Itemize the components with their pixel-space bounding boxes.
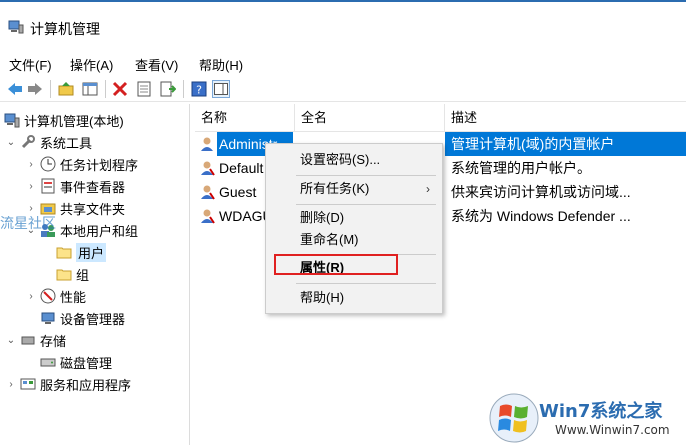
export-list-icon[interactable] [159,80,177,98]
menu-action[interactable]: 操作(A) [70,55,113,74]
tree-item-label: 服务和应用程序 [40,377,132,393]
menu-item-help[interactable]: 帮助(H) [266,287,442,309]
menu-separator [296,283,436,284]
tree-item-task-scheduler[interactable]: › 任务计划程序 [26,154,138,174]
navigation-tree: 计算机管理(本地) ⌄ 系统工具 › 任务计划程序 › 事件查看器 › 共享文件… [0,104,190,445]
watermark-brand-text: Win7系统之家 [539,401,663,422]
annotation-highlight-box [274,254,398,275]
tree-item-groups[interactable]: 组 [56,264,89,284]
cell-description: 管理计算机(域)的内置帐户 [445,132,686,156]
menu-help[interactable]: 帮助(H) [199,55,243,74]
menu-item-label: 帮助(H) [300,290,345,305]
user-icon [201,209,215,224]
watermark-url-text: Www.Winwin7.com [555,423,670,437]
computer-management-icon [8,20,24,34]
tree-item-label: 设备管理器 [60,311,126,327]
chevron-right-icon[interactable]: › [6,379,16,390]
menu-item-rename[interactable]: 重命名(M) [266,229,442,251]
show-hide-tree-icon[interactable] [81,80,99,98]
tree-item-label: 系统工具 [40,135,93,151]
services-icon [20,376,36,392]
forward-arrow-icon[interactable] [26,80,44,98]
computer-management-icon [4,112,20,128]
tree-item-label: 磁盘管理 [60,355,113,371]
menu-separator [296,175,436,176]
tree-item-label: 任务计划程序 [60,157,139,173]
menu-item-set-password[interactable]: 设置密码(S)... [266,149,442,171]
device-manager-icon [40,310,56,326]
tree-item-label: 本地用户和组 [60,223,139,239]
up-folder-icon[interactable] [57,80,75,98]
tree-item-label: 计算机管理(本地) [24,113,124,129]
tree-item-disk-management[interactable]: 磁盘管理 [40,352,112,372]
tree-item-root[interactable]: 计算机管理(本地) [4,110,124,130]
tree-item-users[interactable]: 用户 [56,242,107,262]
cell-description: 系统为 Windows Defender ... [451,208,631,224]
back-arrow-icon[interactable] [6,80,24,98]
delete-icon[interactable] [111,80,129,98]
tree-item-label: 存储 [40,333,67,349]
tree-item-label: 组 [76,267,90,283]
tree-item-system-tools[interactable]: ⌄ 系统工具 [6,132,92,152]
menu-item-label: 设置密码(S)... [300,152,381,167]
user-icon [201,161,215,176]
performance-icon [40,288,56,304]
menu-item-label: 删除(D) [300,210,345,225]
menu-item-label: 所有任务(K) [300,181,370,196]
folder-icon [56,266,72,282]
svg-text:?: ? [196,84,202,97]
tree-item-label: 事件查看器 [60,179,126,195]
chevron-right-icon[interactable]: › [26,291,36,302]
tree-item-label: 性能 [60,289,87,305]
chevron-down-icon[interactable]: ⌄ [6,137,16,148]
menu-bar: 文件(F) 操作(A) 查看(V) 帮助(H) [0,52,686,74]
menu-file[interactable]: 文件(F) [9,55,52,74]
column-header-name[interactable]: 名称 [195,104,295,132]
submenu-arrow-icon: › [426,182,430,196]
disk-management-icon [40,354,56,370]
chevron-right-icon[interactable]: › [26,159,36,170]
event-viewer-icon [40,178,56,194]
user-icon [201,137,213,151]
clock-icon [40,156,56,172]
list-header: 名称 全名 描述 [195,104,686,132]
tools-icon [20,134,36,150]
user-icon [201,185,215,200]
column-header-fullname[interactable]: 全名 [295,104,445,132]
tree-item-event-viewer[interactable]: › 事件查看器 [26,176,125,196]
menu-item-label: 重命名(M) [300,232,359,247]
cell-description: 系统管理的用户帐户。 [451,160,591,176]
folder-icon [56,244,72,260]
menu-separator [296,204,436,205]
toolbar: ? [0,76,686,102]
chevron-right-icon[interactable]: › [26,203,36,214]
properties-icon[interactable] [135,80,153,98]
menu-item-all-tasks[interactable]: 所有任务(K) › [266,178,442,200]
menu-item-delete[interactable]: 删除(D) [266,207,442,229]
tree-item-device-manager[interactable]: 设备管理器 [40,308,125,328]
cell-description: 供来宾访问计算机或访问域... [451,184,631,200]
context-menu: 设置密码(S)... 所有任务(K) › 删除(D) 重命名(M) 属性(R) … [265,143,443,314]
help-icon[interactable]: ? [190,80,208,98]
tree-item-performance[interactable]: › 性能 [26,286,86,306]
chevron-right-icon[interactable]: › [26,181,36,192]
menu-view[interactable]: 查看(V) [135,55,178,74]
chevron-down-icon[interactable]: ⌄ [6,335,16,346]
column-header-description[interactable]: 描述 [445,104,686,132]
storage-icon [20,332,36,348]
tree-item-services-apps[interactable]: › 服务和应用程序 [6,374,131,394]
title-bar: 计算机管理 [0,0,686,48]
show-action-pane-icon[interactable] [212,80,230,98]
tree-item-label: 用户 [76,242,107,262]
window-title: 计算机管理 [30,21,100,37]
tree-item-label: 共享文件夹 [60,201,126,217]
tree-item-storage[interactable]: ⌄ 存储 [6,330,66,350]
watermark-left-text: 流星社区 [0,216,56,232]
